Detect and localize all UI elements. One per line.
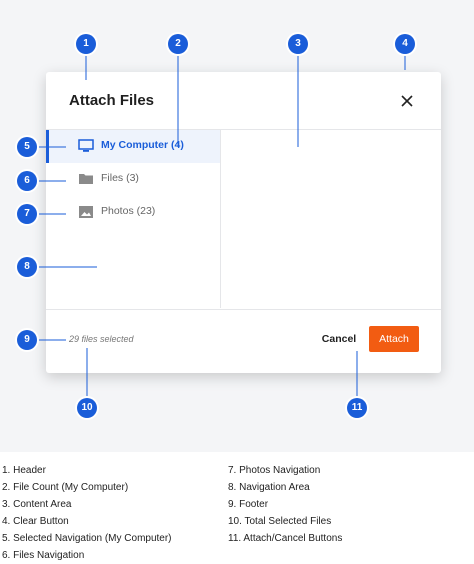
callout-badge-11: 11 — [347, 398, 367, 418]
image-icon — [78, 205, 94, 219]
callout-badge-4: 4 — [395, 34, 415, 54]
attach-button[interactable]: Attach — [369, 326, 419, 352]
callout-badge-6: 6 — [17, 171, 37, 191]
folder-icon — [78, 172, 94, 186]
legend-item: 2. File Count (My Computer) — [2, 482, 129, 493]
legend-item: 7. Photos Navigation — [228, 465, 321, 476]
content-area — [221, 130, 441, 308]
nav-label-my-computer: My Computer (4) — [101, 139, 184, 151]
callout-badge-5: 5 — [17, 137, 37, 157]
nav-item-files[interactable]: Files (3) — [46, 163, 220, 196]
legend-item: 1. Header — [2, 465, 46, 476]
cancel-button[interactable]: Cancel — [314, 326, 364, 352]
navigation-area: My Computer (4) Files (3) Photos (23) — [46, 130, 221, 308]
legend-item: 8. Navigation Area — [228, 482, 310, 493]
dialog-title: Attach Files — [69, 92, 155, 109]
legend-item: 9. Footer — [228, 499, 269, 510]
legend-item: 4. Clear Button — [2, 516, 69, 527]
total-selected-files: 29 files selected — [69, 334, 134, 344]
legend-left: 1. Header 2. File Count (My Computer) 3.… — [2, 462, 172, 564]
nav-label-files: Files (3) — [101, 172, 139, 184]
callout-badge-2: 2 — [168, 34, 188, 54]
callout-badge-3: 3 — [288, 34, 308, 54]
legend-item: 11. Attach/Cancel Buttons — [228, 533, 343, 544]
dialog-footer: 29 files selected Cancel Attach — [46, 309, 441, 374]
callout-badge-9: 9 — [17, 330, 37, 350]
legend-right: 7. Photos Navigation 8. Navigation Area … — [228, 462, 342, 547]
callout-badge-8: 8 — [17, 257, 37, 277]
annotation-canvas: Attach Files My Computer (4) Files (3) P… — [0, 0, 474, 452]
callout-badge-7: 7 — [17, 204, 37, 224]
callout-badge-1: 1 — [76, 34, 96, 54]
legend-item: 10. Total Selected Files — [228, 516, 332, 527]
monitor-icon — [78, 139, 94, 153]
attach-files-dialog: Attach Files My Computer (4) Files (3) P… — [46, 72, 441, 373]
nav-item-my-computer[interactable]: My Computer (4) — [46, 130, 220, 163]
nav-item-photos[interactable]: Photos (23) — [46, 196, 220, 229]
dialog-header: Attach Files — [46, 72, 441, 130]
callout-badge-10: 10 — [77, 398, 97, 418]
close-icon[interactable] — [398, 92, 416, 110]
legend-item: 6. Files Navigation — [2, 550, 85, 561]
legend-item: 5. Selected Navigation (My Computer) — [2, 533, 172, 544]
nav-label-photos: Photos (23) — [101, 205, 156, 217]
legend-item: 3. Content Area — [2, 499, 72, 510]
